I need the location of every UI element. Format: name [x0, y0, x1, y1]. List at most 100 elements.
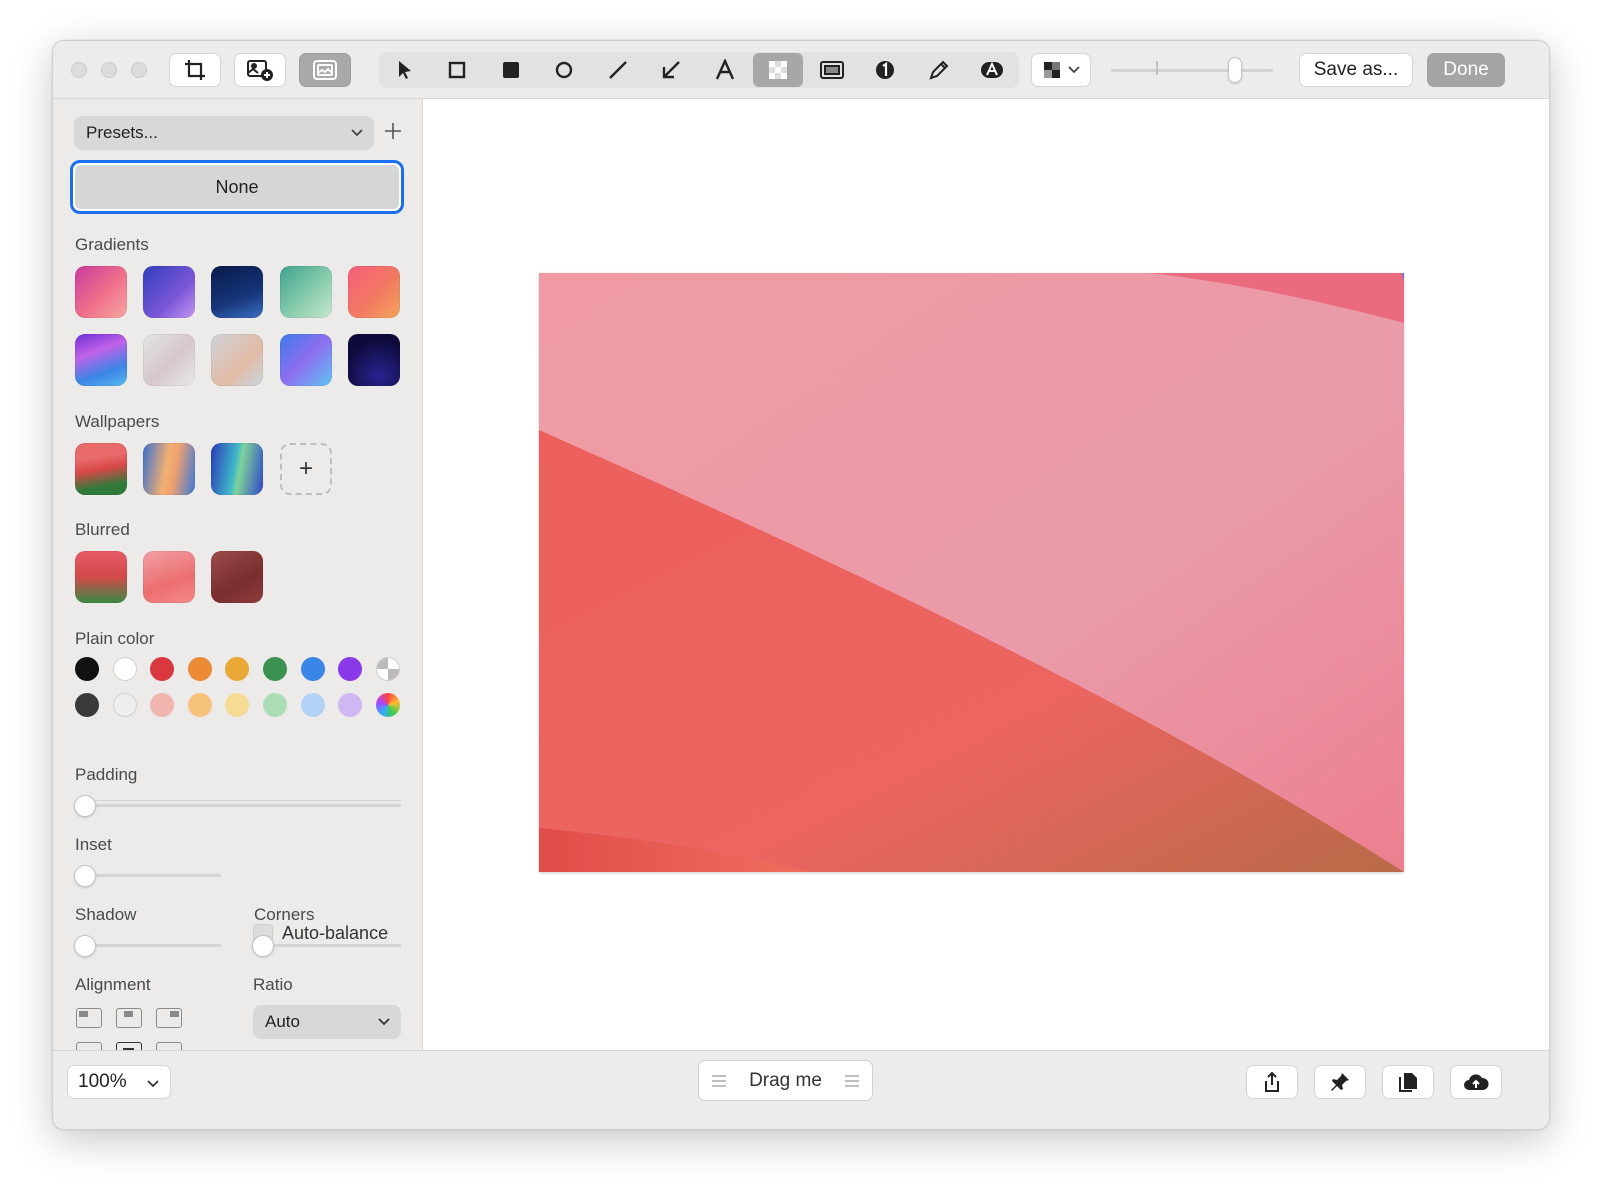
ratio-dropdown[interactable]: Auto	[253, 1005, 401, 1039]
color-swatch[interactable]	[338, 657, 362, 681]
gradient-swatch[interactable]	[348, 266, 400, 318]
pointer-tool[interactable]	[379, 53, 429, 87]
rectangle-outline-icon	[447, 60, 467, 80]
zoom-window-button[interactable]	[131, 62, 147, 78]
wallpaper-image	[539, 273, 1404, 872]
align-top-center-button[interactable]	[116, 1008, 142, 1028]
wallpaper-swatch[interactable]	[211, 443, 263, 495]
background-sidebar: Presets... None Gradients Wallpapers + B…	[53, 99, 423, 1050]
zoom-slider-track[interactable]	[1111, 69, 1273, 72]
copy-button[interactable]	[1382, 1065, 1434, 1099]
highlight-icon	[819, 60, 845, 80]
crop-button[interactable]	[169, 53, 221, 87]
pencil-tool[interactable]	[914, 53, 964, 87]
align-middle-right-button[interactable]	[156, 1042, 182, 1050]
color-swatch[interactable]	[225, 657, 249, 681]
zoom-slider-knob[interactable]	[1228, 57, 1242, 83]
arrow-tool[interactable]	[646, 53, 696, 87]
shadow-slider-knob[interactable]	[74, 935, 96, 957]
rectangle-filled-tool[interactable]	[486, 53, 536, 87]
add-wallpaper-button[interactable]: +	[280, 443, 332, 495]
color-swatch[interactable]	[225, 693, 249, 717]
pointer-icon	[394, 59, 414, 81]
padding-slider-knob[interactable]	[74, 795, 96, 817]
blur-text-tool[interactable]	[967, 53, 1017, 87]
corners-slider-knob[interactable]	[252, 935, 274, 957]
rectangle-outline-tool[interactable]	[432, 53, 482, 87]
align-center-button[interactable]	[116, 1042, 142, 1050]
align-top-left-button[interactable]	[76, 1008, 102, 1028]
pin-button[interactable]	[1314, 1065, 1366, 1099]
cloud-upload-button[interactable]	[1450, 1065, 1502, 1099]
pixelate-tool[interactable]	[753, 53, 803, 87]
color-swatch[interactable]	[301, 693, 325, 717]
gradient-swatch[interactable]	[143, 334, 195, 386]
color-swatch[interactable]	[113, 657, 137, 681]
color-swatch[interactable]	[263, 657, 287, 681]
gradient-swatch[interactable]	[143, 266, 195, 318]
add-preset-icon[interactable]	[383, 121, 403, 146]
line-tool[interactable]	[593, 53, 643, 87]
blurred-swatch[interactable]	[75, 551, 127, 603]
transparent-color-swatch[interactable]	[376, 657, 400, 681]
chevron-down-icon	[377, 1014, 391, 1034]
inset-slider-knob[interactable]	[74, 865, 96, 887]
color-swatch[interactable]	[188, 693, 212, 717]
add-image-button[interactable]	[234, 53, 286, 87]
color-swatch[interactable]	[75, 657, 99, 681]
save-as-button[interactable]: Save as...	[1299, 53, 1413, 87]
wallpaper-swatch[interactable]	[75, 443, 127, 495]
pixel-pattern-dropdown[interactable]	[1031, 53, 1091, 87]
color-swatch[interactable]	[75, 693, 99, 717]
align-top-right-button[interactable]	[156, 1008, 182, 1028]
align-middle-left-button[interactable]	[76, 1042, 102, 1050]
color-swatch[interactable]	[263, 693, 287, 717]
color-swatch[interactable]	[338, 693, 362, 717]
gradient-swatch[interactable]	[280, 334, 332, 386]
grip-icon	[711, 1073, 727, 1095]
drawing-tools	[379, 52, 1019, 88]
wallpaper-swatch[interactable]	[143, 443, 195, 495]
image-preview[interactable]	[539, 273, 1404, 872]
shadow-label: Shadow	[75, 905, 137, 924]
inset-slider[interactable]	[75, 874, 221, 877]
corners-slider[interactable]	[253, 944, 401, 947]
gradient-swatch[interactable]	[75, 334, 127, 386]
share-button[interactable]	[1246, 1065, 1298, 1099]
gradients-heading: Gradients	[75, 235, 149, 254]
counter-tool[interactable]	[860, 53, 910, 87]
chevron-down-icon	[1068, 66, 1080, 74]
custom-color-picker[interactable]	[376, 693, 400, 717]
minimize-window-button[interactable]	[101, 62, 117, 78]
done-button[interactable]: Done	[1427, 53, 1505, 87]
color-swatch[interactable]	[188, 657, 212, 681]
text-tool[interactable]	[700, 53, 750, 87]
close-window-button[interactable]	[71, 62, 87, 78]
ratio-label: Ratio	[253, 975, 293, 994]
color-swatch[interactable]	[113, 693, 137, 717]
none-background-button[interactable]: None	[70, 160, 404, 214]
drag-handle[interactable]: Drag me	[698, 1060, 873, 1101]
color-swatch[interactable]	[150, 657, 174, 681]
gradient-swatch[interactable]	[211, 334, 263, 386]
gradient-swatch[interactable]	[75, 266, 127, 318]
background-button[interactable]	[299, 53, 351, 87]
padding-slider[interactable]	[75, 804, 401, 807]
plain-color-heading: Plain color	[75, 629, 155, 648]
gradient-swatch[interactable]	[280, 266, 332, 318]
auto-balance-label: Auto-balance	[282, 923, 389, 943]
grip-icon	[844, 1073, 860, 1095]
color-swatch[interactable]	[301, 657, 325, 681]
highlight-tool[interactable]	[807, 53, 857, 87]
gradient-swatch[interactable]	[211, 266, 263, 318]
circle-tool[interactable]	[539, 53, 589, 87]
gradient-swatch[interactable]	[348, 334, 400, 386]
blurred-swatch[interactable]	[143, 551, 195, 603]
blurred-swatch[interactable]	[211, 551, 263, 603]
shadow-slider[interactable]	[75, 944, 221, 947]
ratio-value: Auto	[265, 1012, 300, 1031]
presets-dropdown[interactable]: Presets...	[74, 116, 374, 150]
drag-label: Drag me	[749, 1069, 822, 1091]
zoom-dropdown[interactable]: 100%	[67, 1065, 171, 1099]
color-swatch[interactable]	[150, 693, 174, 717]
